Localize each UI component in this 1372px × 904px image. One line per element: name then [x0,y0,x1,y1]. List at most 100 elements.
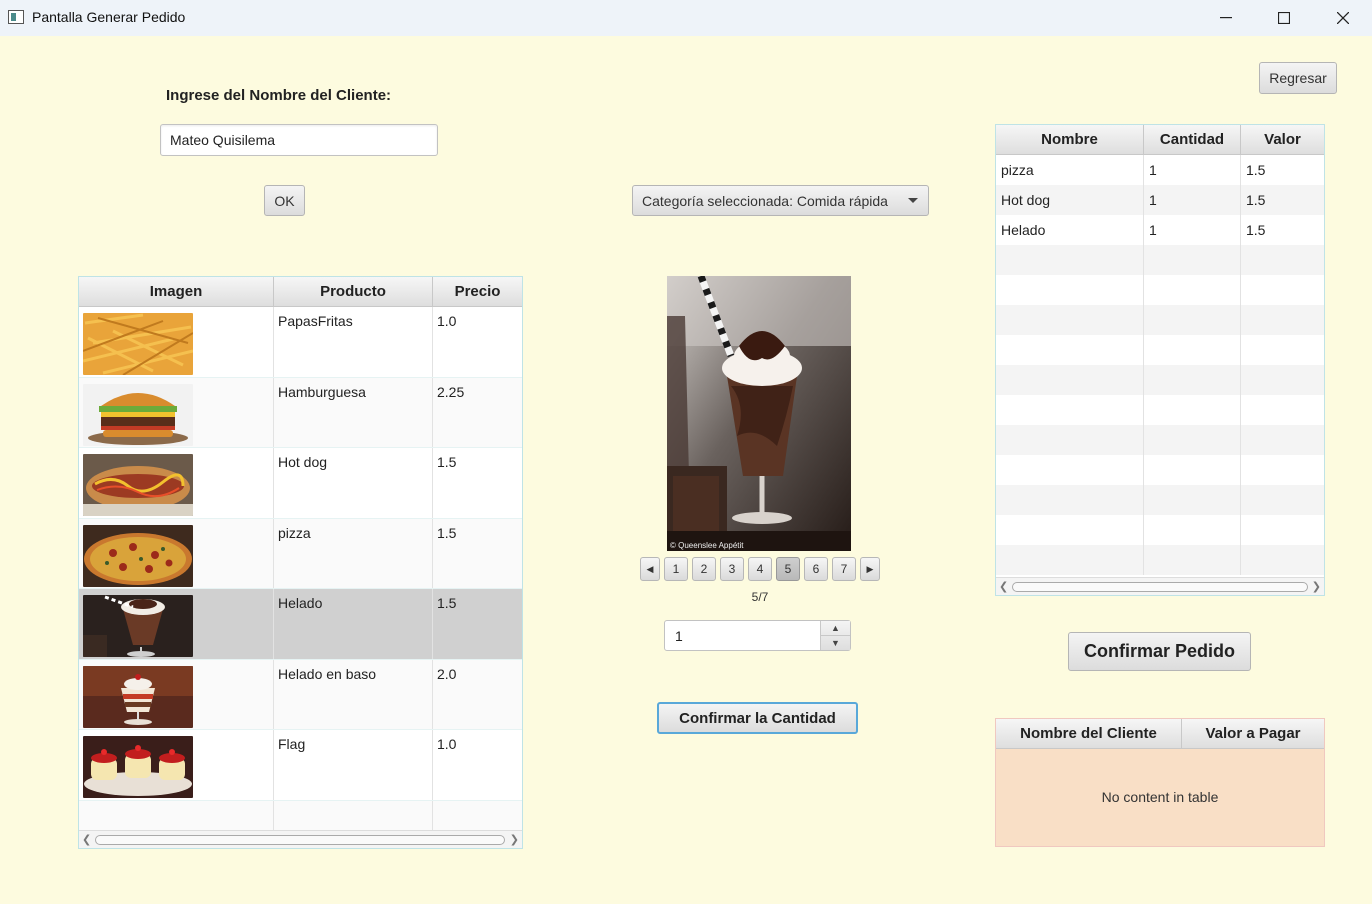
close-button[interactable] [1314,0,1372,36]
increment-icon[interactable]: ▲ [821,621,850,636]
order-name-cell: Hot dog [996,185,1144,215]
empty-cell [274,800,433,831]
page-button-6[interactable]: 6 [804,557,828,581]
prev-page-button[interactable]: ◀ [640,557,660,581]
table-row[interactable]: Hot dog 1 1.5 [996,185,1324,215]
chevron-down-icon [908,198,918,203]
empty-row [79,800,522,831]
table-row[interactable]: Hot dog 1.5 [79,448,522,519]
page-indicator: 5/7 [751,590,769,604]
table-row[interactable]: Flag 1.0 [79,730,522,801]
products-table-header: Imagen Producto Precio [79,277,522,307]
order-horizontal-scrollbar[interactable]: ❮ ❯ [996,577,1324,595]
order-table: Nombre Cantidad Valor pizza 1 1.5 Hot do… [995,124,1325,596]
back-button[interactable]: Regresar [1259,62,1337,94]
category-select[interactable]: Categoría seleccionada: Comida rápida [632,185,929,216]
quantity-stepper[interactable]: 1 ▲ ▼ [664,620,851,651]
column-header-producto[interactable]: Producto [274,277,433,306]
scroll-right-icon[interactable]: ❯ [510,833,519,846]
product-name-cell: Flag [274,730,433,800]
minimize-button[interactable] [1197,0,1255,36]
column-header-nombre[interactable]: Nombre [996,125,1144,154]
page-button-5[interactable]: 5 [776,557,800,581]
order-name-cell: pizza [996,155,1144,185]
title-bar: Pantalla Generar Pedido [0,0,1372,36]
client-name-input[interactable]: Mateo Quisilema [160,124,438,156]
product-price-cell: 1.5 [437,454,457,470]
empty-cell [433,801,522,831]
hotdog-image [83,454,193,516]
order-value-cell: 1.5 [1246,192,1266,208]
product-price-cell: 1.0 [437,313,457,329]
order-qty-cell: 1 [1144,185,1241,215]
image-cell [79,730,274,800]
column-header-valor[interactable]: Valor [1241,125,1324,154]
products-table-body: PapasFritas 1.0 Hamburguesa 2.25 Hot dog… [79,307,522,831]
image-cell [79,307,274,377]
table-row[interactable]: PapasFritas 1.0 [79,307,522,378]
empty-cell [79,800,274,831]
column-header-cantidad[interactable]: Cantidad [1144,125,1241,154]
sundae-image [83,665,193,728]
empty-row [996,365,1324,395]
confirm-order-button[interactable]: Confirmar Pedido [1068,632,1251,671]
scroll-left-icon[interactable]: ❮ [82,833,91,846]
ok-button[interactable]: OK [264,185,305,216]
image-cell [79,377,274,447]
order-qty-cell: 1 [1144,215,1241,245]
product-name-cell: Helado en baso [274,659,433,729]
order-name-cell: Helado [996,215,1144,245]
image-cell [79,448,274,518]
product-name-cell: Helado [274,589,433,659]
empty-row [996,425,1324,455]
scroll-left-icon[interactable]: ❮ [999,580,1008,593]
confirm-quantity-button[interactable]: Confirmar la Cantidad [657,702,858,734]
empty-row [996,245,1324,275]
column-header-nombre-cliente[interactable]: Nombre del Cliente [996,719,1182,748]
page-button-2[interactable]: 2 [692,557,716,581]
table-row[interactable]: Helado 1.5 [79,589,522,660]
page-button-3[interactable]: 3 [720,557,744,581]
products-table: Imagen Producto Precio PapasFritas 1.0 H… [78,276,523,849]
empty-row [996,455,1324,485]
product-name-cell: Hot dog [274,448,433,518]
decrement-icon[interactable]: ▼ [821,636,850,651]
scroll-right-icon[interactable]: ❯ [1312,580,1321,593]
next-page-button[interactable]: ▶ [860,557,880,581]
table-row[interactable]: Helado 1 1.5 [996,215,1324,245]
maximize-button[interactable] [1255,0,1313,36]
product-price-cell: 1.5 [437,595,457,611]
column-header-precio[interactable]: Precio [433,277,522,306]
stepper-buttons: ▲ ▼ [820,621,850,650]
empty-row [996,485,1324,515]
column-header-valor-pagar[interactable]: Valor a Pagar [1182,719,1324,748]
burger-image [83,383,193,446]
app-icon [8,10,24,24]
table-row[interactable]: pizza 1.5 [79,518,522,589]
page-button-1[interactable]: 1 [664,557,688,581]
table-row[interactable]: Hamburguesa 2.25 [79,377,522,448]
category-selected-value: Categoría seleccionada: Comida rápida [642,192,888,209]
products-horizontal-scrollbar[interactable]: ❮ ❯ [79,830,522,848]
empty-row [996,545,1324,575]
table-row[interactable]: Helado en baso 2.0 [79,659,522,730]
page-button-4[interactable]: 4 [748,557,772,581]
empty-row [996,515,1324,545]
window-title: Pantalla Generar Pedido [32,9,186,25]
product-name-cell: Hamburguesa [274,377,433,447]
scrollbar-thumb[interactable] [1012,582,1308,592]
page-button-7[interactable]: 7 [832,557,856,581]
empty-table-placeholder: No content in table [1101,789,1219,805]
image-cell [79,659,274,729]
image-cell [79,518,274,588]
order-value-cell: 1.5 [1246,162,1266,178]
order-table-body: pizza 1 1.5 Hot dog 1 1.5 Helado 1 1.5 [996,155,1324,575]
empty-row [996,305,1324,335]
empty-row [996,335,1324,365]
scrollbar-thumb[interactable] [95,835,505,845]
product-price-cell: 2.0 [437,665,457,682]
image-watermark: © Queenslee Appétit [670,541,744,550]
client-name-value: Mateo Quisilema [170,132,276,148]
table-row[interactable]: pizza 1 1.5 [996,155,1324,185]
column-header-imagen[interactable]: Imagen [79,277,274,306]
